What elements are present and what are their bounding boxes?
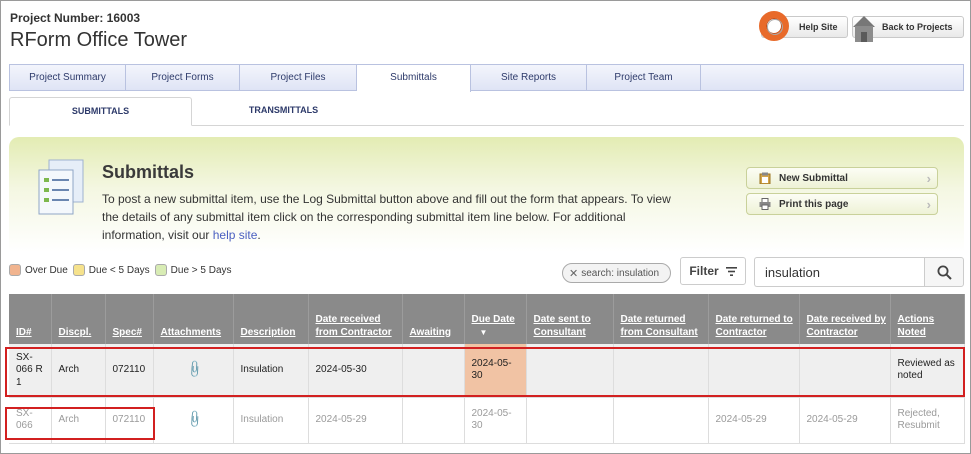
col-awaiting[interactable]: Awaiting <box>402 294 465 344</box>
col-date-sent-to-consultant[interactable]: Date sent to Consultant <box>526 294 614 344</box>
col-date-returned-from-consultant[interactable]: Date returned from Consultant <box>613 294 709 344</box>
search-input[interactable] <box>754 257 924 287</box>
tab-submittals[interactable]: Submittals <box>357 65 471 92</box>
cell-awaiting <box>402 397 465 444</box>
help-site-link[interactable]: help site <box>213 228 258 242</box>
due-legend: Over Due Due < 5 Days Due > 5 Days <box>9 264 237 276</box>
tab-project-forms[interactable]: Project Forms <box>126 65 240 90</box>
subtab-submittals[interactable]: SUBMITTALS <box>9 97 192 126</box>
col-date-received-from-contractor[interactable]: Date received from Contractor <box>308 294 403 344</box>
over-due-swatch <box>9 264 21 276</box>
house-icon[interactable] <box>851 13 877 43</box>
col-due-date[interactable]: Due Date ▼ <box>464 294 527 344</box>
cell-actions-noted: Rejected, Resubmit <box>890 397 965 444</box>
col-description[interactable]: Description <box>233 294 309 344</box>
col-discipline[interactable]: Discpl. <box>51 294 106 344</box>
banner-text-end: . <box>257 228 261 242</box>
highlight-id-box <box>5 407 155 440</box>
legend-due-gt5: Due > 5 Days <box>170 264 232 276</box>
col-due-date-label: Due Date <box>471 314 515 325</box>
chevron-right-icon: › <box>926 171 931 186</box>
new-submittal-label: New Submittal <box>779 172 848 184</box>
col-actions-noted[interactable]: Actions Noted <box>890 294 965 344</box>
cell-date-returned-to-contractor: 2024-05-29 <box>708 397 800 444</box>
search-chip-label: search: insulation <box>581 267 660 279</box>
cell-due-date: 2024-05-30 <box>464 397 527 444</box>
cell-date-received-from-contractor: 2024-05-29 <box>308 397 403 444</box>
banner-body: To post a new submittal item, use the Lo… <box>102 192 671 242</box>
search-icon <box>937 265 952 280</box>
filter-label: Filter <box>689 264 719 278</box>
project-title: RForm Office Tower <box>10 29 188 51</box>
help-site-label: Help Site <box>799 22 838 32</box>
banner-text: To post a new submittal item, use the Lo… <box>102 190 672 244</box>
cell-date-received-by-contractor: 2024-05-29 <box>799 397 891 444</box>
chevron-right-icon: › <box>926 197 931 212</box>
filter-icon <box>725 266 737 276</box>
cell-date-returned-from-consultant <box>613 397 709 444</box>
due-gt5-swatch <box>154 264 167 276</box>
legend-over-due: Over Due <box>25 264 68 276</box>
subtab-transmittals[interactable]: TRANSMITTALS <box>192 97 375 126</box>
due-lt5-swatch <box>72 264 85 276</box>
col-spec[interactable]: Spec# <box>105 294 154 344</box>
col-date-received-by-contractor[interactable]: Date received by Contractor <box>799 294 891 344</box>
lifebuoy-icon[interactable] <box>759 11 789 41</box>
sub-tabs: SUBMITTALS TRANSMITTALS <box>9 97 964 126</box>
search-button[interactable] <box>924 257 964 287</box>
search-filter-chip[interactable]: ✕ search: insulation <box>562 263 671 283</box>
printer-icon <box>759 198 771 210</box>
main-tabs: Project Summary Project Forms Project Fi… <box>9 64 964 92</box>
filter-button[interactable]: Filter <box>680 257 746 285</box>
print-page-label: Print this page <box>779 198 849 210</box>
tab-project-files[interactable]: Project Files <box>240 65 357 90</box>
table-header-row: ID# Discpl. Spec# Attachments Descriptio… <box>9 294 965 344</box>
documents-icon <box>38 159 84 215</box>
col-id[interactable]: ID# <box>9 294 52 344</box>
clipboard-icon <box>759 172 771 184</box>
cell-attachments: 📎 <box>153 397 234 444</box>
cell-date-sent-to-consultant <box>526 397 614 444</box>
close-icon[interactable]: ✕ <box>569 267 578 280</box>
cell-description: Insulation <box>233 397 309 444</box>
tab-project-summary[interactable]: Project Summary <box>10 65 126 90</box>
col-date-returned-to-contractor[interactable]: Date returned to Contractor <box>708 294 800 344</box>
col-attachments[interactable]: Attachments <box>153 294 234 344</box>
banner-title: Submittals <box>102 162 195 182</box>
new-submittal-button[interactable]: New Submittal › <box>746 167 938 189</box>
print-page-button[interactable]: Print this page › <box>746 193 938 215</box>
back-to-projects-label: Back to Projects <box>882 22 953 32</box>
sort-desc-icon: ▼ <box>479 327 488 337</box>
project-number: Project Number: 16003 <box>10 11 141 25</box>
tab-site-reports[interactable]: Site Reports <box>471 65 587 90</box>
highlight-row-box <box>5 347 965 397</box>
tab-project-team[interactable]: Project Team <box>587 65 701 90</box>
paperclip-icon[interactable]: 📎 <box>184 409 204 429</box>
legend-due-lt5: Due < 5 Days <box>88 264 150 276</box>
